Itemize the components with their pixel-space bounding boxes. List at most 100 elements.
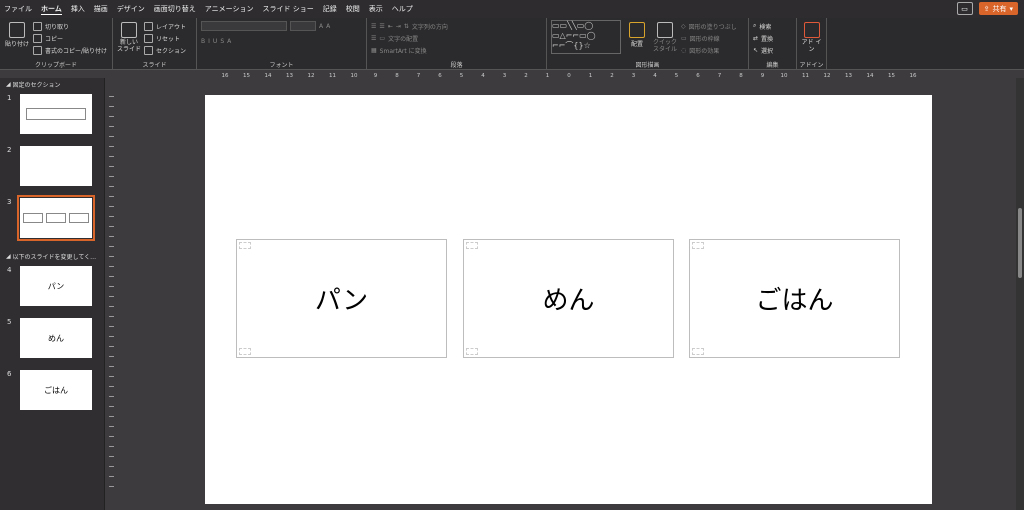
slide-number: 4 <box>7 266 12 274</box>
ruler-label: 12 <box>307 73 315 79</box>
card-text: パン <box>314 286 369 316</box>
new-slide-button[interactable]: 新しい スライド <box>117 20 141 56</box>
ruler-label: 1 <box>545 73 550 79</box>
scissors-icon <box>33 21 42 31</box>
align-icon[interactable]: ☰ <box>371 35 376 42</box>
ruler-label: 1 <box>588 73 593 79</box>
addin-button[interactable]: アド イン <box>801 22 822 53</box>
text-direction-label[interactable]: 文字列の方向 <box>412 22 448 31</box>
text-box-men[interactable]: めん <box>463 239 674 358</box>
ruler-label: 6 <box>696 73 700 79</box>
copy-button[interactable]: コピー <box>33 32 107 44</box>
tab-animations[interactable]: アニメーション <box>205 4 254 14</box>
quick-styles-button[interactable]: クイック スタイル <box>653 20 677 56</box>
cut-button[interactable]: 切り取り <box>33 20 107 32</box>
comment-icon: ▭ <box>961 4 968 13</box>
indent-icon[interactable]: ⇤ <box>388 23 393 30</box>
ruler-label: 9 <box>373 73 378 79</box>
font-color-icon[interactable]: A <box>227 38 231 45</box>
text-box-pan[interactable]: パン <box>236 239 447 358</box>
slide-canvas[interactable]: パン めん ごはん <box>205 95 932 504</box>
slide-number: 5 <box>7 318 12 326</box>
tab-view[interactable]: 表示 <box>369 4 383 14</box>
tab-transitions[interactable]: 画面切り替え <box>154 4 196 14</box>
reset-icon <box>144 33 153 43</box>
strikethrough-icon[interactable]: S <box>220 38 224 45</box>
text-box-gohan[interactable]: ごはん <box>689 239 900 358</box>
ruler-tick <box>109 366 114 367</box>
addin-icon <box>803 22 820 38</box>
smartart-label[interactable]: SmartArt に変換 <box>380 46 427 55</box>
ruler-tick <box>109 406 114 407</box>
ruler-tick <box>109 356 114 357</box>
shape-fill-label: 図形の塗りつぶし <box>688 23 737 31</box>
brush-icon <box>33 45 42 55</box>
shape-effects-button[interactable]: ◌ 図形の効果 <box>681 44 737 56</box>
outdent-icon[interactable]: ⇥ <box>396 23 401 30</box>
tab-review[interactable]: 校閲 <box>346 4 360 14</box>
ruler-tick <box>109 96 114 97</box>
italic-icon[interactable]: I <box>208 38 210 45</box>
vertical-ruler <box>107 96 116 506</box>
menu-bar: ファイル ホーム 挿入 描画 デザイン 画面切り替え アニメーション スライド … <box>0 0 1024 18</box>
ruler-label: 14 <box>866 73 874 79</box>
font-shrink-icon[interactable]: A <box>326 23 330 30</box>
find-button[interactable]: ⌕ 検索 <box>753 20 792 32</box>
tab-insert[interactable]: 挿入 <box>71 4 85 14</box>
layout-button[interactable]: レイアウト <box>144 20 186 32</box>
align-text-icon[interactable]: ▭ <box>379 35 385 42</box>
addins-group-label: アドイン <box>799 62 824 69</box>
ruler-tick <box>109 256 114 257</box>
tab-file[interactable]: ファイル <box>4 4 32 14</box>
ruler-label: 5 <box>674 73 679 79</box>
cut-label: 切り取り <box>45 23 70 31</box>
tab-home[interactable]: ホーム <box>41 4 62 15</box>
ruler-tick <box>109 276 114 277</box>
tab-help[interactable]: ヘルプ <box>392 4 413 14</box>
select-button[interactable]: ↖ 選択 <box>753 44 792 56</box>
reset-button[interactable]: リセット <box>144 32 186 44</box>
arrange-button[interactable]: 配置 <box>625 20 649 56</box>
underline-icon[interactable]: U <box>213 38 217 45</box>
tab-draw[interactable]: 描画 <box>94 4 108 14</box>
font-name-select[interactable] <box>201 21 287 31</box>
section-button[interactable]: セクション <box>144 44 186 56</box>
tab-record[interactable]: 記録 <box>323 4 337 14</box>
bold-icon[interactable]: B <box>201 38 205 45</box>
ruler-tick <box>109 236 114 237</box>
vertical-scrollbar[interactable] <box>1016 78 1024 510</box>
align-text-label[interactable]: 文字の配置 <box>388 34 418 43</box>
ruler-tick <box>109 216 114 217</box>
paste-button[interactable]: 貼り付け <box>4 20 30 56</box>
share-button[interactable]: ⇪ 共有 ▾ <box>978 2 1018 15</box>
slides-group-label: スライド <box>142 62 167 69</box>
ruler-label: 13 <box>845 73 852 79</box>
ruler-label: 9 <box>760 73 765 79</box>
comments-button[interactable]: ▭ <box>956 2 973 15</box>
ruler-tick <box>109 346 114 347</box>
shape-fill-button[interactable]: ◇ 図形の塗りつぶし <box>681 20 737 32</box>
shapes-gallery[interactable]: ▭▭╲╲▭◯ ▭△⌐⌐▭◯ ⌐⌐⌒{}☆ <box>551 20 621 54</box>
font-grow-icon[interactable]: A <box>319 23 323 30</box>
tab-slideshow[interactable]: スライド ショー <box>263 4 314 14</box>
text-direction-icon[interactable]: ⇅ <box>404 23 409 30</box>
format-painter-button[interactable]: 書式のコピー/貼り付け <box>33 44 107 56</box>
clipboard-group-label: クリップボード <box>34 62 77 69</box>
scrollbar-thumb[interactable] <box>1018 208 1022 278</box>
bullets-icon[interactable]: ☰ <box>371 23 376 30</box>
paste-label: 貼り付け <box>4 41 29 48</box>
section-header-fixed[interactable]: ◢ 固定のセクション <box>0 78 105 90</box>
font-size-select[interactable] <box>290 21 316 31</box>
tab-design[interactable]: デザイン <box>117 4 145 14</box>
section-header-editable[interactable]: ◢ 以下のスライドを変更してく… <box>0 250 105 262</box>
shape-outline-button[interactable]: ▭ 図形の枠線 <box>681 32 737 44</box>
ruler-tick <box>109 206 114 207</box>
horizontal-ruler: 16 15 14 13 12 11 10 9 8 7 6 5 4 3 2 1 0 1 2 3 4 5 6 7 8 9 10 11 12 1… <box>205 72 933 81</box>
replace-button[interactable]: ⇄ 置換 <box>753 32 792 44</box>
numbering-icon[interactable]: ☰ <box>379 23 384 30</box>
smartart-icon[interactable]: ▦ <box>371 47 377 54</box>
copy-icon <box>33 33 42 43</box>
ruler-label: 8 <box>395 73 399 79</box>
find-label: 検索 <box>759 23 772 31</box>
ruler-tick <box>109 486 114 487</box>
